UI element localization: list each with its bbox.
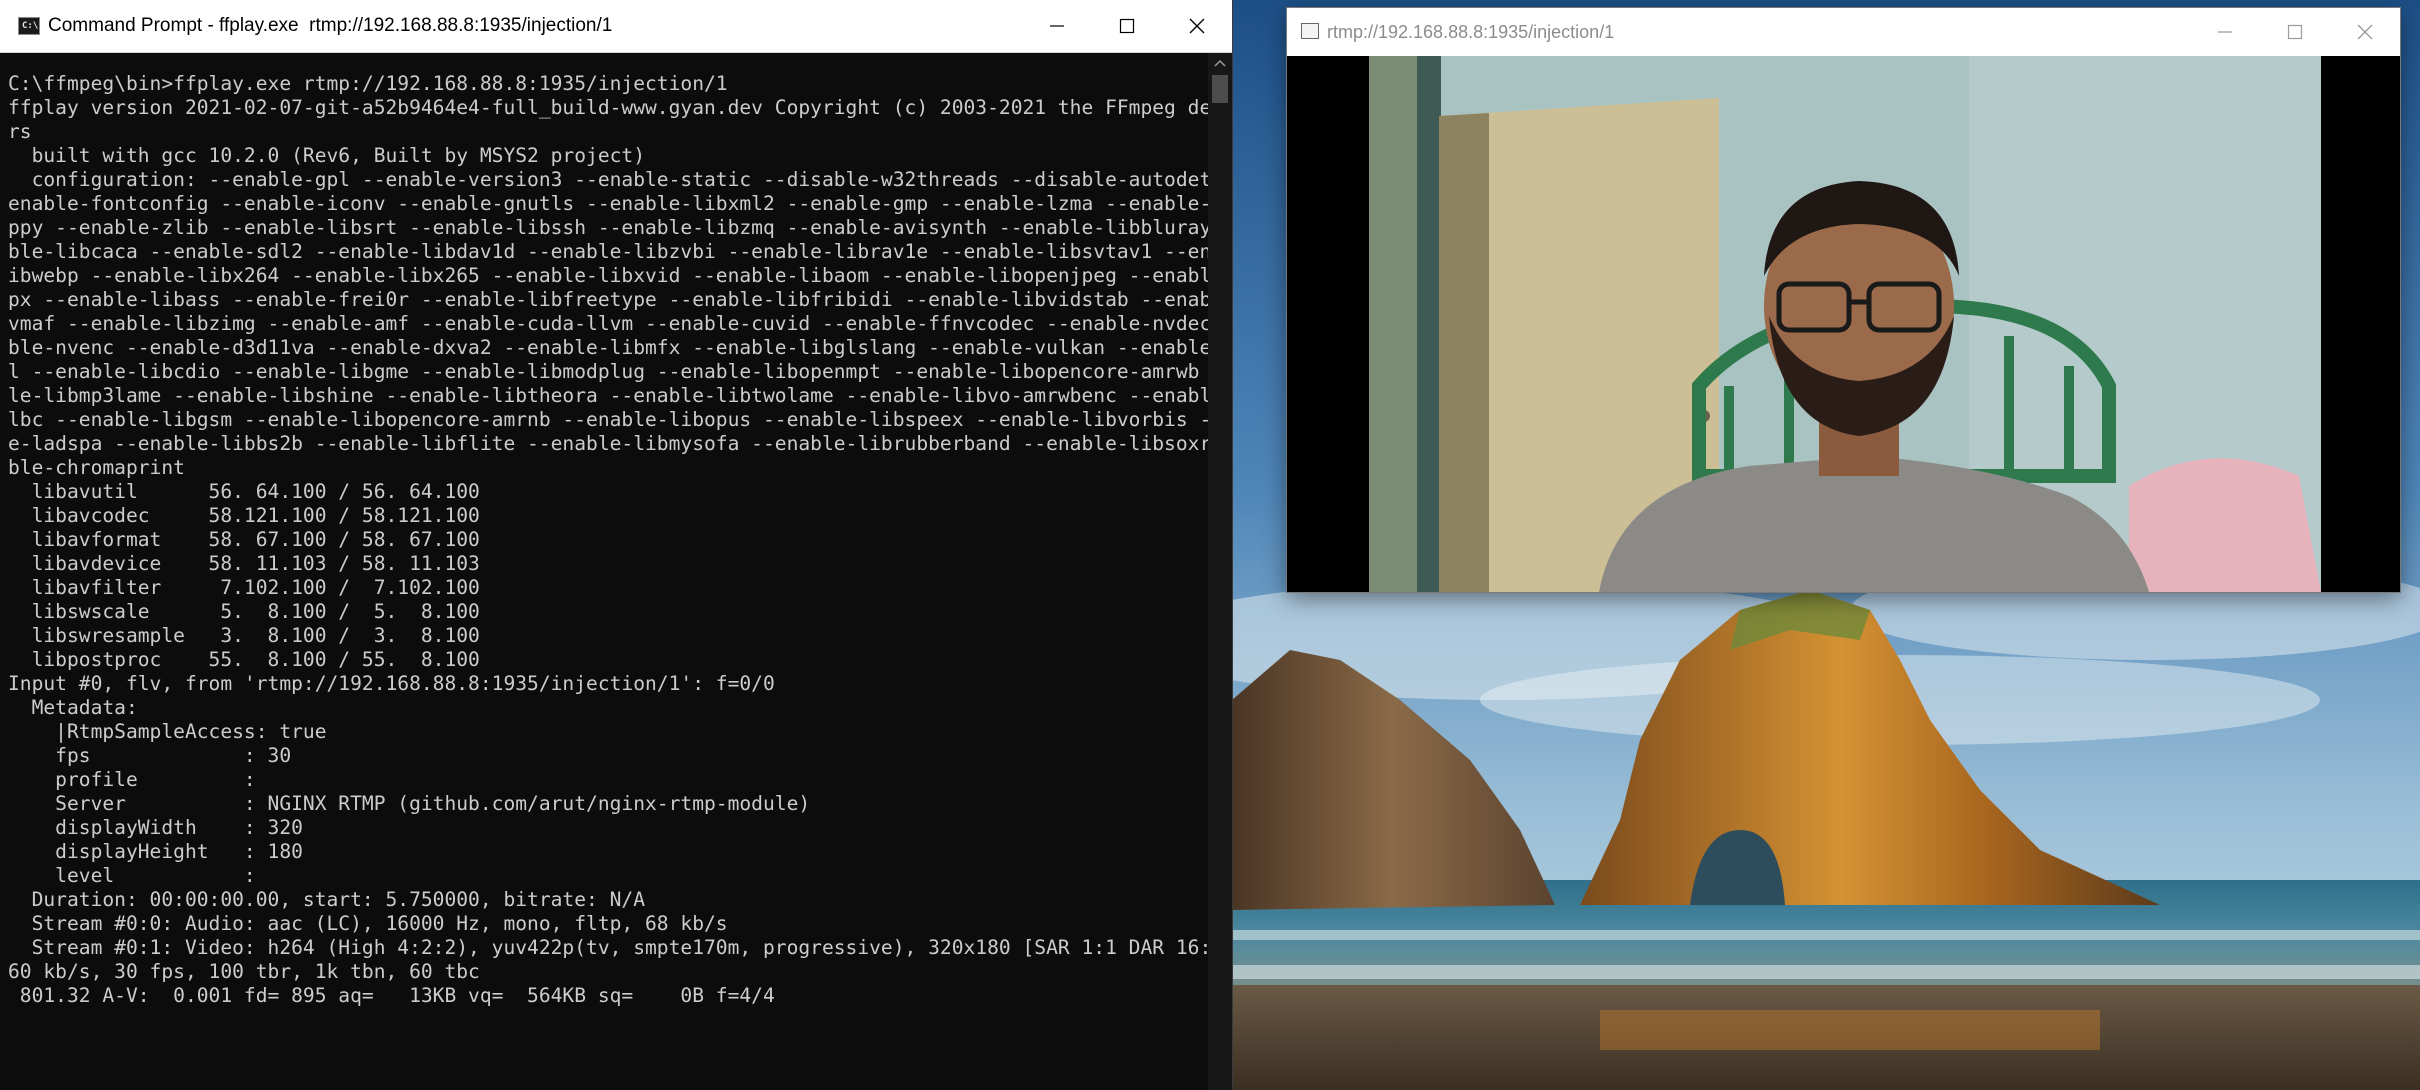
cmd-maximize-button[interactable] — [1092, 0, 1162, 52]
ffplay-maximize-button[interactable] — [2260, 8, 2330, 56]
terminal-line: l --enable-libcdio --enable-libgme --ena… — [8, 360, 1208, 383]
terminal-line: built with gcc 10.2.0 (Rev6, Built by MS… — [8, 144, 646, 167]
minimize-icon — [2218, 31, 2232, 33]
close-icon — [1189, 18, 1205, 34]
cmd-window-title: Command Prompt - ffplay.exe rtmp://192.1… — [48, 15, 613, 36]
ffplay-window-title: rtmp://192.168.88.8:1935/injection/1 — [1327, 22, 1615, 42]
terminal-line: libavdevice 58. 11.103 / 58. 11.103 — [8, 552, 480, 575]
terminal-line: ppy --enable-zlib --enable-libsrt --enab… — [8, 216, 1208, 239]
terminal-line: libpostproc 55. 8.100 / 55. 8.100 — [8, 648, 480, 671]
terminal-line: libavutil 56. 64.100 / 56. 64.100 — [8, 480, 480, 503]
cmd-minimize-button[interactable] — [1022, 0, 1092, 52]
terminal-line: displayHeight : 180 — [8, 840, 303, 863]
cmd-close-button[interactable] — [1162, 0, 1232, 52]
terminal-line: rs — [8, 120, 32, 143]
terminal-line: level : — [8, 864, 256, 887]
terminal-line: |RtmpSampleAccess: true — [8, 720, 327, 743]
terminal-line: libavcodec 58.121.100 / 58.121.100 — [8, 504, 480, 527]
terminal-line: libavformat 58. 67.100 / 58. 67.100 — [8, 528, 480, 551]
scroll-thumb[interactable] — [1212, 75, 1228, 103]
terminal-line: e-ladspa --enable-libbs2b --enable-libfl… — [8, 432, 1208, 455]
terminal-line: Stream #0:0: Audio: aac (LC), 16000 Hz, … — [8, 912, 728, 935]
scroll-up-arrow-icon — [1214, 59, 1226, 67]
terminal-line: 60 kb/s, 30 fps, 100 tbr, 1k tbn, 60 tbc — [8, 960, 480, 983]
terminal-line: Metadata: — [8, 696, 138, 719]
minimize-icon — [1050, 25, 1064, 27]
terminal-line: px --enable-libass --enable-frei0r --ena… — [8, 288, 1208, 311]
command-prompt-window[interactable]: C:\ Command Prompt - ffplay.exe rtmp://1… — [0, 0, 1232, 1090]
terminal-line: ffplay version 2021-02-07-git-a52b9464e4… — [8, 96, 1208, 119]
terminal-line: libavfilter 7.102.100 / 7.102.100 — [8, 576, 480, 599]
ffplay-window[interactable]: rtmp://192.168.88.8:1935/injection/1 — [1287, 8, 2400, 592]
ffplay-minimize-button[interactable] — [2190, 8, 2260, 56]
terminal-line: lbc --enable-libgsm --enable-libopencore… — [8, 408, 1208, 431]
terminal-line: Input #0, flv, from 'rtmp://192.168.88.8… — [8, 672, 775, 695]
terminal-output: C:\ffmpeg\bin>ffplay.exe rtmp://192.168.… — [0, 53, 1208, 1008]
terminal-line: enable-fontconfig --enable-iconv --enabl… — [8, 192, 1208, 215]
terminal-line: vmaf --enable-libzimg --enable-amf --ena… — [8, 312, 1208, 335]
terminal-line: Stream #0:1: Video: h264 (High 4:2:2), y… — [8, 936, 1208, 959]
maximize-icon — [2287, 24, 2303, 40]
terminal-line: ble-chromaprint — [8, 456, 185, 479]
scroll-up-button[interactable] — [1208, 53, 1232, 73]
terminal-line: le-libmp3lame --enable-libshine --enable… — [8, 384, 1208, 407]
terminal-line: displayWidth : 320 — [8, 816, 303, 839]
command-prompt-icon: C:\ — [18, 17, 40, 35]
terminal-line: libswscale 5. 8.100 / 5. 8.100 — [8, 600, 480, 623]
terminal-line: 801.32 A-V: 0.001 fd= 895 aq= 13KB vq= 5… — [8, 984, 775, 1007]
terminal-line: profile : — [8, 768, 256, 791]
video-playback-area[interactable] — [1287, 56, 2400, 592]
ffplay-close-button[interactable] — [2330, 8, 2400, 56]
terminal-line: fps : 30 — [8, 744, 292, 767]
terminal-line: Duration: 00:00:00.00, start: 5.750000, … — [8, 888, 646, 911]
close-icon — [2357, 24, 2373, 40]
terminal-line: configuration: --enable-gpl --enable-ver… — [8, 168, 1208, 191]
webcam-video-frame — [1369, 56, 2321, 592]
terminal-line: ibwebp --enable-libx264 --enable-libx265… — [8, 264, 1208, 287]
terminal-line: ble-nvenc --enable-d3d11va --enable-dxva… — [8, 336, 1208, 359]
terminal-line: libswresample 3. 8.100 / 3. 8.100 — [8, 624, 480, 647]
maximize-icon — [1119, 18, 1135, 34]
terminal-line: ble-libcaca --enable-sdl2 --enable-libda… — [8, 240, 1208, 263]
ffplay-titlebar[interactable]: rtmp://192.168.88.8:1935/injection/1 — [1287, 8, 2400, 56]
terminal-output-area[interactable]: C:\ffmpeg\bin>ffplay.exe rtmp://192.168.… — [0, 53, 1208, 1090]
terminal-scrollbar[interactable] — [1208, 53, 1232, 1090]
terminal-line: Server : NGINX RTMP (github.com/arut/ngi… — [8, 792, 811, 815]
terminal-line: C:\ffmpeg\bin>ffplay.exe rtmp://192.168.… — [8, 72, 728, 95]
ffplay-window-icon — [1301, 23, 1319, 39]
cmd-titlebar[interactable]: C:\ Command Prompt - ffplay.exe rtmp://1… — [0, 0, 1232, 53]
